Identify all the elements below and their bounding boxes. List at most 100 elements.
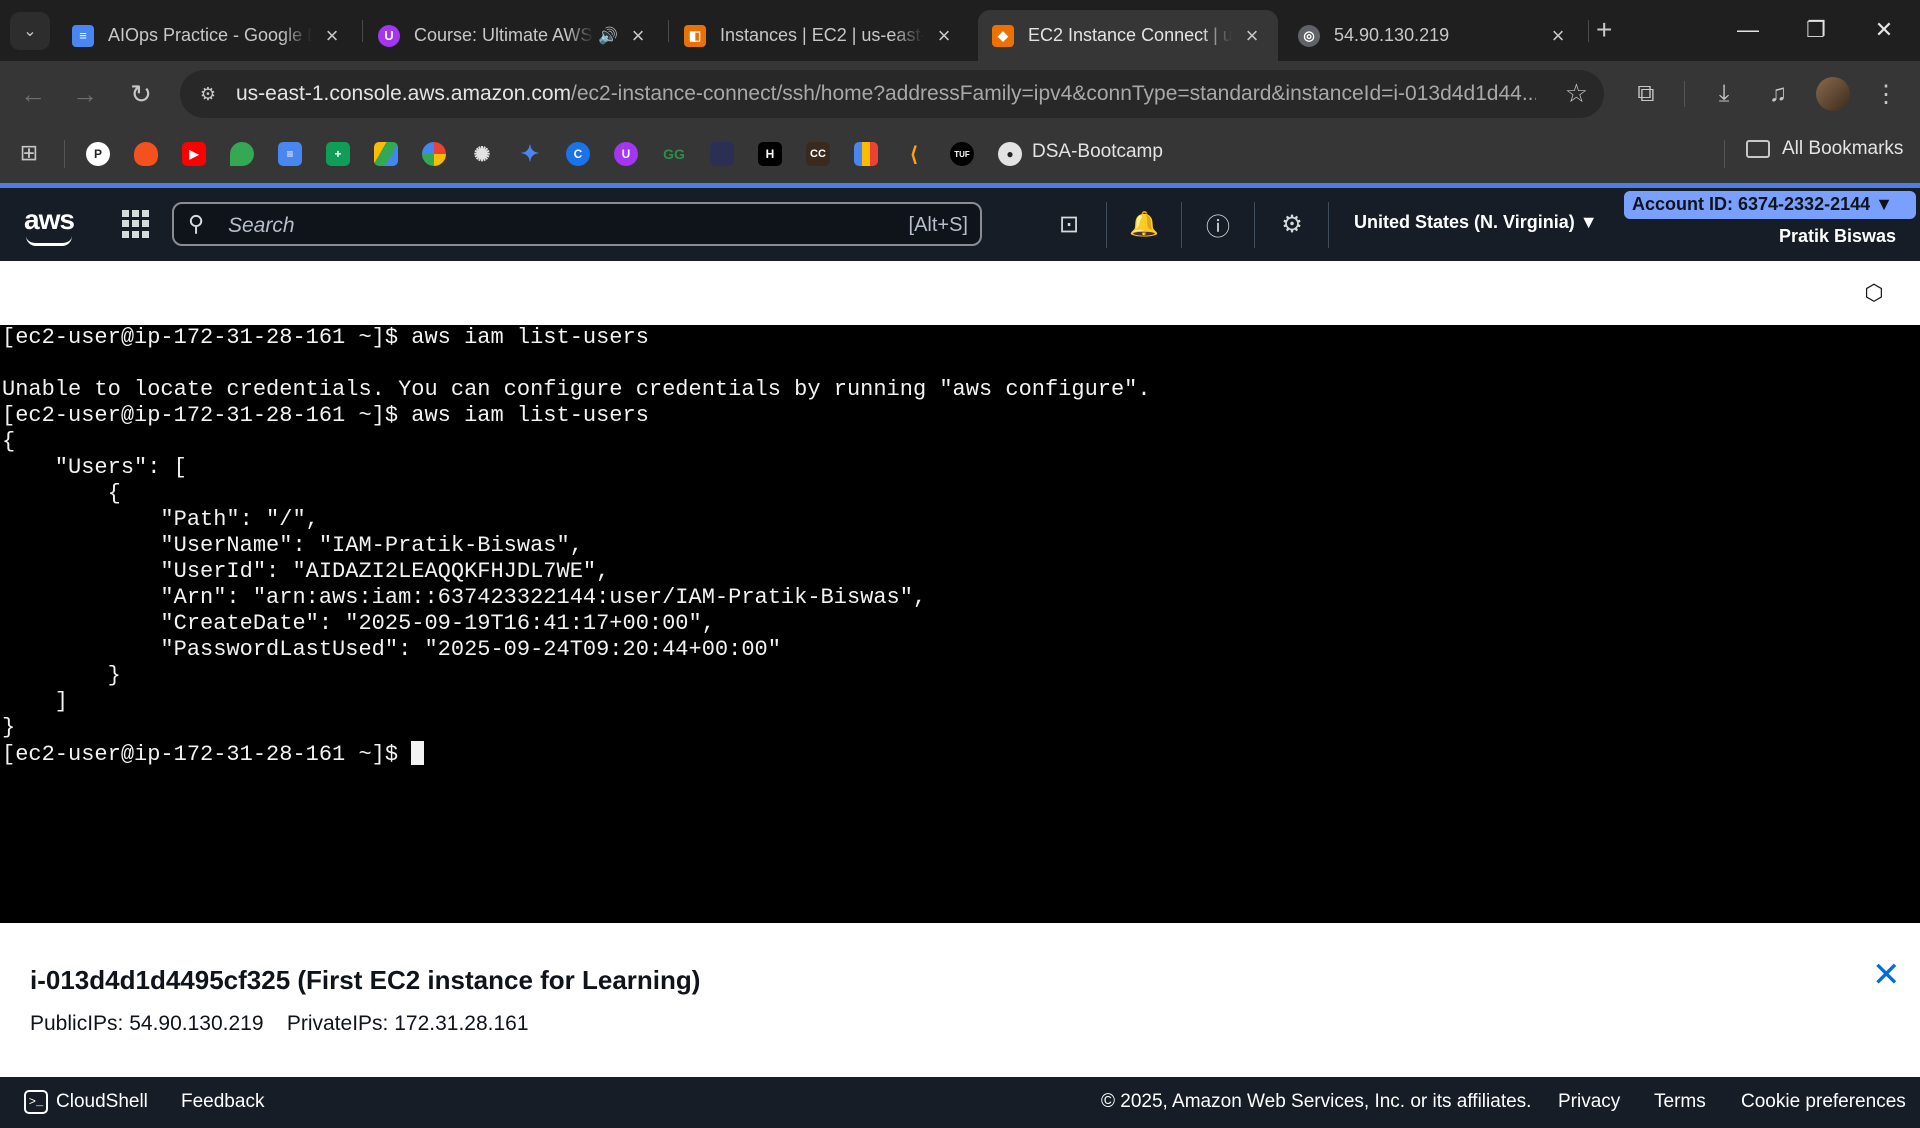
window-close-icon[interactable]: ✕ [1854,8,1914,52]
menu-kebab-icon[interactable]: ⋮ [1868,76,1904,112]
drive-icon[interactable] [374,142,398,166]
tuf-icon[interactable]: TUF [950,142,974,166]
search-icon: ⚲ [188,211,205,236]
terminal-line: "Path": "/", [2,507,319,532]
tab-search-chevron-icon[interactable]: ⌄ [10,12,50,50]
analytics-icon[interactable] [854,142,878,166]
tab-ip-address[interactable]: ◎ 54.90.130.219 × [1284,10,1584,61]
terminal-line: [ec2-user@ip-172-31-28-161 ~]$ aws iam l… [2,325,649,350]
tab-ec2-instance-connect[interactable]: ◆ EC2 Instance Connect | us-east-1 × [978,10,1278,61]
instance-ip-details: PublicIPs: 54.90.130.219 PrivateIPs: 172… [30,1012,529,1035]
tab-aiops-practice[interactable]: ≡ AIOps Practice - Google Docs × [58,10,358,61]
extensions-icon[interactable]: ⧉ [1628,76,1664,112]
reload-icon[interactable]: ↻ [122,75,160,113]
folder-icon [1746,140,1770,158]
bookmark-p-icon[interactable]: P [86,142,110,166]
aws-smile-icon [26,236,72,246]
chatgpt-icon[interactable]: ✺ [470,142,494,166]
close-tab-icon[interactable]: × [1546,23,1570,49]
cloudshell-link[interactable]: CloudShell [56,1091,148,1113]
media-controls-icon[interactable]: ♫ [1760,76,1796,112]
hexagon-settings-icon[interactable]: ⬡ [1862,280,1886,305]
site-info-icon[interactable]: ⚙ [194,80,222,108]
aws-footer: >_ CloudShell Feedback © 2025, Amazon We… [0,1077,1920,1128]
terminal-line: "Arn": "arn:aws:iam::637423322144:user/I… [2,585,927,610]
account-id-menu[interactable]: Account ID: 6374-2332-2144 ▼ [1624,191,1916,219]
hackerrank-icon[interactable]: H [758,142,782,166]
close-tab-icon[interactable]: × [626,23,650,49]
terminal-line: "UserId": "AIDAZI2LEAQQKFHJDL7WE", [2,559,610,584]
profile-avatar[interactable] [1816,77,1850,111]
youtube-icon[interactable]: ▶ [182,142,206,166]
terminal-toolbar: ⬡ [0,261,1920,325]
services-grid-icon[interactable] [122,210,150,238]
close-panel-icon[interactable]: ✕ [1872,955,1901,995]
cookie-preferences-link[interactable]: Cookie preferences [1741,1091,1906,1113]
cloudshell-footer-icon[interactable]: >_ [24,1090,48,1114]
settings-gear-icon[interactable]: ⚙ [1278,210,1306,238]
udemy-icon: U [378,24,400,47]
gemini-icon[interactable]: ✦ [518,141,542,166]
restore-icon[interactable]: ❐ [1786,8,1846,52]
address-bar[interactable]: ⚙ us-east-1.console.aws.amazon.com/ec2-i… [180,70,1604,118]
terminal-line: [ec2-user@ip-172-31-28-161 ~]$ aws iam l… [2,403,649,428]
terminal-line: "Users": [ [2,455,187,480]
terminal-line: } [2,715,16,740]
downloads-icon[interactable]: ⤓ [1706,76,1742,112]
close-tab-icon[interactable]: × [1240,23,1264,49]
minimize-icon[interactable]: — [1718,8,1778,52]
user-name[interactable]: Pratik Biswas [1779,226,1896,247]
terminal-line: "UserName": "IAM-Pratik-Biswas", [2,533,583,558]
geeksforgeeks-icon[interactable]: GG [662,142,686,166]
cloudshell-icon[interactable]: ⊡ [1055,210,1083,238]
docs-bookmark-icon[interactable]: ≡ [278,142,302,166]
tab-ec2-instances[interactable]: ◧ Instances | EC2 | us-east-1 × [670,10,970,61]
sheets-bookmark-icon[interactable]: + [326,142,350,166]
terminal-line: Unable to locate credentials. You can co… [2,377,1151,402]
ec2-icon: ◧ [684,24,706,47]
browser-tab-strip: ⌄ ≡ AIOps Practice - Google Docs × U Cou… [0,0,1920,61]
aws-logo[interactable]: aws [24,204,75,236]
new-tab-icon[interactable]: + [1596,14,1612,46]
bookmarks-bar: ⊞ P ▶ ≡ + ✺ ✦ C U GG H CC ⟨ TUF ● DSA-Bo… [0,126,1920,183]
terminal-line: ] [2,689,69,714]
instance-title: i-013d4d1d4495cf325 (First EC2 instance … [30,965,701,995]
bookmark-dark-icon[interactable] [710,142,734,166]
aws-console-header: aws ⚲ Search [Alt+S] ⊡ 🔔 ⓘ ⚙ United Stat… [0,188,1920,261]
maps-icon[interactable] [230,142,254,166]
back-icon[interactable]: ← [14,75,52,113]
instance-info-panel: i-013d4d1d4495cf325 (First EC2 instance … [0,923,1920,1077]
notifications-bell-icon[interactable]: 🔔 [1129,210,1159,238]
help-icon[interactable]: ⓘ [1204,210,1232,241]
url-text[interactable]: us-east-1.console.aws.amazon.com/ec2-ins… [236,82,1536,106]
terminal-line: "CreateDate": "2025-09-19T16:41:17+00:00… [2,611,715,636]
codechef-icon[interactable]: CC [806,142,830,166]
apps-grid-icon[interactable]: ⊞ [16,140,42,166]
udemy-bookmark-icon[interactable]: U [614,142,638,166]
terminal-window[interactable]: [ec2-user@ip-172-31-28-161 ~]$ aws iam l… [0,325,1920,923]
github-icon[interactable]: ● [998,142,1022,166]
close-tab-icon[interactable]: × [932,23,956,49]
terminal-prompt-line[interactable]: [ec2-user@ip-172-31-28-161 ~]$ [2,741,1151,767]
speaker-icon[interactable]: 🔊 [598,26,618,46]
terminal-cursor [411,741,425,765]
photos-icon[interactable] [422,142,446,166]
close-tab-icon[interactable]: × [320,23,344,49]
privacy-link[interactable]: Privacy [1558,1091,1620,1113]
bookmark-fire-icon[interactable] [134,142,158,166]
globe-icon: ◎ [1298,24,1320,47]
terms-link[interactable]: Terms [1654,1091,1706,1113]
aws-search-input[interactable]: ⚲ Search [Alt+S] [172,202,982,246]
leetcode-icon[interactable]: ⟨ [902,142,926,166]
forward-icon[interactable]: → [66,75,104,113]
all-bookmarks-button[interactable]: All Bookmarks [1746,138,1903,160]
bookmark-star-icon[interactable]: ☆ [1565,78,1588,109]
terminal-line: { [2,481,121,506]
tab-udemy-course[interactable]: U Course: Ultimate AWS 🔊 × [364,10,664,61]
bookmark-dsa-bootcamp[interactable]: DSA-Bootcamp [1032,141,1163,163]
bookmark-c-icon[interactable]: C [566,142,590,166]
region-selector[interactable]: United States (N. Virginia) ▼ [1354,212,1598,233]
terminal-output: [ec2-user@ip-172-31-28-161 ~]$ aws iam l… [2,325,1151,767]
feedback-link[interactable]: Feedback [181,1091,264,1113]
